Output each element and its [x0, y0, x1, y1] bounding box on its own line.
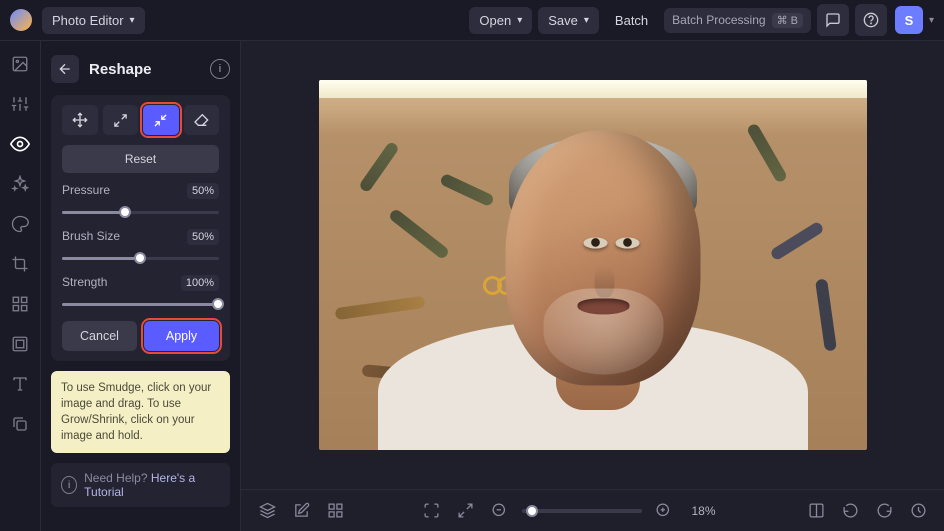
compare-icon[interactable]	[804, 499, 828, 523]
chevron-down-icon: ▾	[130, 15, 135, 26]
info-icon[interactable]: i	[210, 59, 230, 79]
history-icon[interactable]	[906, 499, 930, 523]
undo-icon[interactable]	[838, 499, 862, 523]
comments-icon[interactable]	[817, 4, 849, 36]
pressure-label: Pressure	[62, 183, 110, 199]
tool-frame-icon[interactable]	[9, 333, 31, 355]
app-menu[interactable]: Photo Editor ▾	[42, 7, 145, 34]
reshape-move-tool[interactable]	[62, 105, 98, 135]
strength-label: Strength	[62, 275, 107, 291]
reshape-erase-tool[interactable]	[184, 105, 220, 135]
grid-icon[interactable]	[323, 499, 347, 523]
tool-eye-icon[interactable]	[9, 133, 31, 155]
strength-value: 100%	[181, 275, 219, 291]
reshape-shrink-tool[interactable]	[143, 105, 179, 135]
reshape-settings: Reset Pressure 50% Brush Size 50% Strength…	[51, 95, 230, 361]
brush-slider[interactable]	[62, 251, 219, 265]
pressure-value: 50%	[187, 183, 219, 199]
strength-slider[interactable]	[62, 297, 219, 311]
zoom-value: 18%	[692, 504, 732, 518]
hint-tooltip: To use Smudge, click on your image and d…	[51, 371, 230, 453]
tool-text-icon[interactable]	[9, 373, 31, 395]
batch-button[interactable]: Batch	[605, 7, 658, 34]
reset-button[interactable]: Reset	[62, 145, 219, 173]
pressure-slider[interactable]	[62, 205, 219, 219]
tool-palette-icon[interactable]	[9, 213, 31, 235]
reshape-grow-tool[interactable]	[103, 105, 139, 135]
redo-icon[interactable]	[872, 499, 896, 523]
layers-icon[interactable]	[255, 499, 279, 523]
app-name: Photo Editor	[52, 13, 124, 28]
fit-icon[interactable]	[454, 499, 478, 523]
help-icon[interactable]	[855, 4, 887, 36]
batch-processing-badge[interactable]: Batch Processing ⌘ B	[664, 8, 811, 33]
fullscreen-icon[interactable]	[420, 499, 444, 523]
zoom-in-icon[interactable]	[652, 499, 676, 523]
tool-shapes-icon[interactable]	[9, 293, 31, 315]
tool-adjust-icon[interactable]	[9, 93, 31, 115]
brush-label: Brush Size	[62, 229, 120, 245]
cancel-button[interactable]: Cancel	[62, 321, 137, 351]
help-box[interactable]: i Need Help? Here's a Tutorial	[51, 463, 230, 507]
user-avatar[interactable]: S	[895, 6, 923, 34]
brush-value: 50%	[187, 229, 219, 245]
zoom-out-icon[interactable]	[488, 499, 512, 523]
apply-button[interactable]: Apply	[144, 321, 219, 351]
shortcut: ⌘ B	[772, 13, 803, 28]
chevron-down-icon: ▾	[584, 15, 589, 26]
open-button[interactable]: Open ▾	[469, 7, 532, 34]
save-button[interactable]: Save ▾	[538, 7, 599, 34]
chevron-down-icon: ▾	[517, 15, 522, 26]
edit-icon[interactable]	[289, 499, 313, 523]
chevron-down-icon[interactable]: ▾	[929, 15, 934, 26]
app-logo[interactable]	[10, 9, 32, 31]
zoom-slider[interactable]	[522, 509, 642, 513]
canvas-image[interactable]	[319, 80, 867, 450]
tool-sparkle-icon[interactable]	[9, 173, 31, 195]
back-button[interactable]	[51, 55, 79, 83]
tool-image-icon[interactable]	[9, 53, 31, 75]
tool-crop-icon[interactable]	[9, 253, 31, 275]
panel-title: Reshape	[89, 61, 200, 78]
tool-layers-icon[interactable]	[9, 413, 31, 435]
